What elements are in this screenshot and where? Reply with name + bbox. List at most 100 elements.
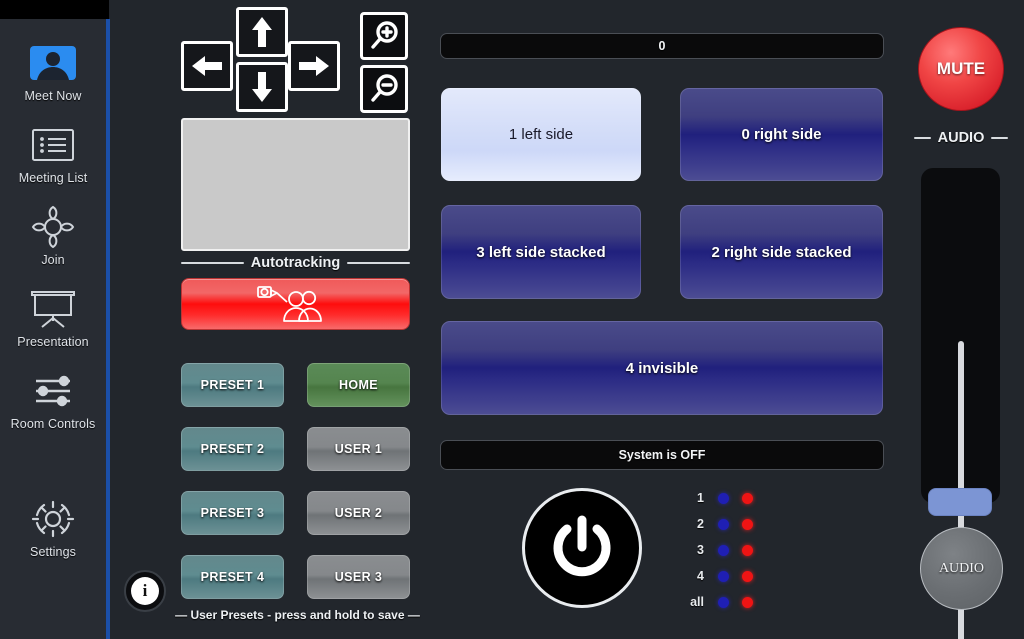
preset-label: PRESET 2 — [200, 442, 265, 456]
indicator-red-dot[interactable] — [742, 518, 753, 530]
indicator-row: all — [682, 589, 802, 615]
audio-panel: MUTE AUDIO AUDIO — [900, 0, 1024, 639]
system-status-text: System is OFF — [618, 448, 706, 462]
divider-line-left — [181, 262, 244, 264]
sidebar-item-label: Join — [41, 253, 65, 267]
layout-label: 4 invisible — [625, 359, 699, 377]
user-2-preset-button[interactable]: USER 2 — [307, 491, 410, 535]
preset-label: PRESET 1 — [200, 378, 265, 392]
touchpanel-root: Meet Now Meeting List Join Presentation … — [0, 0, 1024, 639]
sidebar-item-meeting-list[interactable]: Meeting List — [3, 123, 103, 185]
layout-4-invisible-button[interactable]: 4 invisible — [441, 321, 883, 415]
indicator-red-dot[interactable] — [742, 596, 753, 608]
indicator-label: all — [690, 595, 704, 609]
preset-3-button[interactable]: PRESET 3 — [181, 491, 284, 535]
user-presets-footer: — User Presets - press and hold to save … — [175, 608, 420, 622]
home-preset-button[interactable]: HOME — [307, 363, 410, 407]
layout-label: 0 right side — [741, 126, 822, 143]
power-icon — [553, 515, 611, 577]
zoom-out-button[interactable] — [360, 65, 408, 113]
autotracking-label: Autotracking — [250, 255, 341, 271]
info-icon: i — [131, 577, 159, 605]
preset-label: PRESET 4 — [200, 570, 265, 584]
tilt-down-button[interactable] — [236, 62, 288, 112]
layout-2-right-side-stacked-button[interactable]: 2 right side stacked — [680, 205, 883, 299]
sidebar-item-join[interactable]: Join — [3, 205, 103, 267]
indicator-row: 1 — [682, 485, 802, 511]
magnifier-minus-icon — [371, 74, 398, 102]
audio-button-label: AUDIO — [938, 560, 985, 576]
join-nodes-icon — [22, 205, 84, 249]
divider-line-left — [914, 137, 931, 139]
sidebar-item-settings[interactable]: Settings — [3, 497, 103, 559]
camera-preview[interactable] — [181, 118, 410, 251]
user-3-preset-button[interactable]: USER 3 — [307, 555, 410, 599]
indicator-blue-dot[interactable] — [718, 492, 729, 504]
sliders-icon — [22, 369, 84, 413]
power-button[interactable] — [522, 488, 642, 608]
layout-label: 2 right side stacked — [711, 243, 852, 261]
info-button[interactable]: i — [124, 570, 166, 612]
top-left-notch — [0, 0, 109, 19]
gear-icon — [22, 497, 84, 541]
autotracking-toggle-button[interactable] — [181, 278, 410, 330]
divider-line-right — [991, 137, 1009, 139]
sidebar-item-room-controls[interactable]: Room Controls — [3, 369, 103, 431]
indicator-blue-dot[interactable] — [718, 544, 729, 556]
preset-label: HOME — [338, 378, 379, 392]
autotracking-divider: Autotracking — [181, 255, 411, 271]
magnifier-plus-icon — [371, 21, 398, 49]
tilt-up-button[interactable] — [236, 7, 288, 57]
indicator-label: 3 — [697, 543, 704, 557]
person-video-icon — [22, 41, 84, 85]
audio-divider: AUDIO — [914, 130, 1009, 146]
sidebar-item-presentation[interactable]: Presentation — [3, 287, 103, 349]
preset-4-button[interactable]: PRESET 4 — [181, 555, 284, 599]
sidebar-accent-line — [106, 19, 110, 639]
indicator-blue-dot[interactable] — [718, 596, 729, 608]
mute-label: MUTE — [936, 59, 986, 78]
source-indicator-grid: 1 2 3 4 all — [682, 485, 802, 615]
divider-line-right — [347, 262, 411, 264]
user-1-preset-button[interactable]: USER 1 — [307, 427, 410, 471]
sidebar-item-meet-now[interactable]: Meet Now — [3, 41, 103, 103]
indicator-label: 2 — [697, 517, 704, 531]
mute-button[interactable]: MUTE — [918, 27, 1004, 111]
top-display-value: 0 — [658, 39, 666, 53]
audio-divider-label: AUDIO — [937, 130, 985, 146]
layout-panel: 0 1 left side 0 right side 3 left side s… — [430, 0, 895, 639]
arrow-up-icon — [252, 17, 272, 47]
sidebar-item-label: Settings — [30, 545, 76, 559]
indicator-row: 3 — [682, 537, 802, 563]
indicator-label: 1 — [697, 491, 704, 505]
preset-2-button[interactable]: PRESET 2 — [181, 427, 284, 471]
top-display-bar: 0 — [440, 33, 884, 59]
indicator-red-dot[interactable] — [742, 492, 753, 504]
preset-label: PRESET 3 — [200, 506, 265, 520]
indicator-blue-dot[interactable] — [718, 570, 729, 582]
list-icon — [22, 123, 84, 167]
audio-settings-button[interactable]: AUDIO — [920, 527, 1003, 610]
volume-fader-knob[interactable] — [928, 488, 992, 516]
indicator-row: 2 — [682, 511, 802, 537]
arrow-right-icon — [299, 56, 329, 76]
layout-3-left-side-stacked-button[interactable]: 3 left side stacked — [441, 205, 641, 299]
indicator-blue-dot[interactable] — [718, 518, 729, 530]
indicator-red-dot[interactable] — [742, 570, 753, 582]
sidebar-item-label: Meet Now — [24, 89, 82, 103]
layout-0-right-side-button[interactable]: 0 right side — [680, 88, 883, 181]
pan-right-button[interactable] — [288, 41, 340, 91]
projector-screen-icon — [22, 287, 84, 331]
preset-1-button[interactable]: PRESET 1 — [181, 363, 284, 407]
camera-tracking-people-icon — [256, 286, 322, 322]
layout-1-left-side-button[interactable]: 1 left side — [441, 88, 641, 181]
zoom-in-button[interactable] — [360, 12, 408, 60]
preset-label: USER 2 — [334, 506, 383, 520]
system-status-bar: System is OFF — [440, 440, 884, 470]
indicator-red-dot[interactable] — [742, 544, 753, 556]
sidebar-item-label: Presentation — [17, 335, 89, 349]
volume-fader-track[interactable] — [921, 168, 1000, 639]
indicator-label: 4 — [697, 569, 704, 583]
pan-left-button[interactable] — [181, 41, 233, 91]
preset-label: USER 3 — [334, 570, 383, 584]
